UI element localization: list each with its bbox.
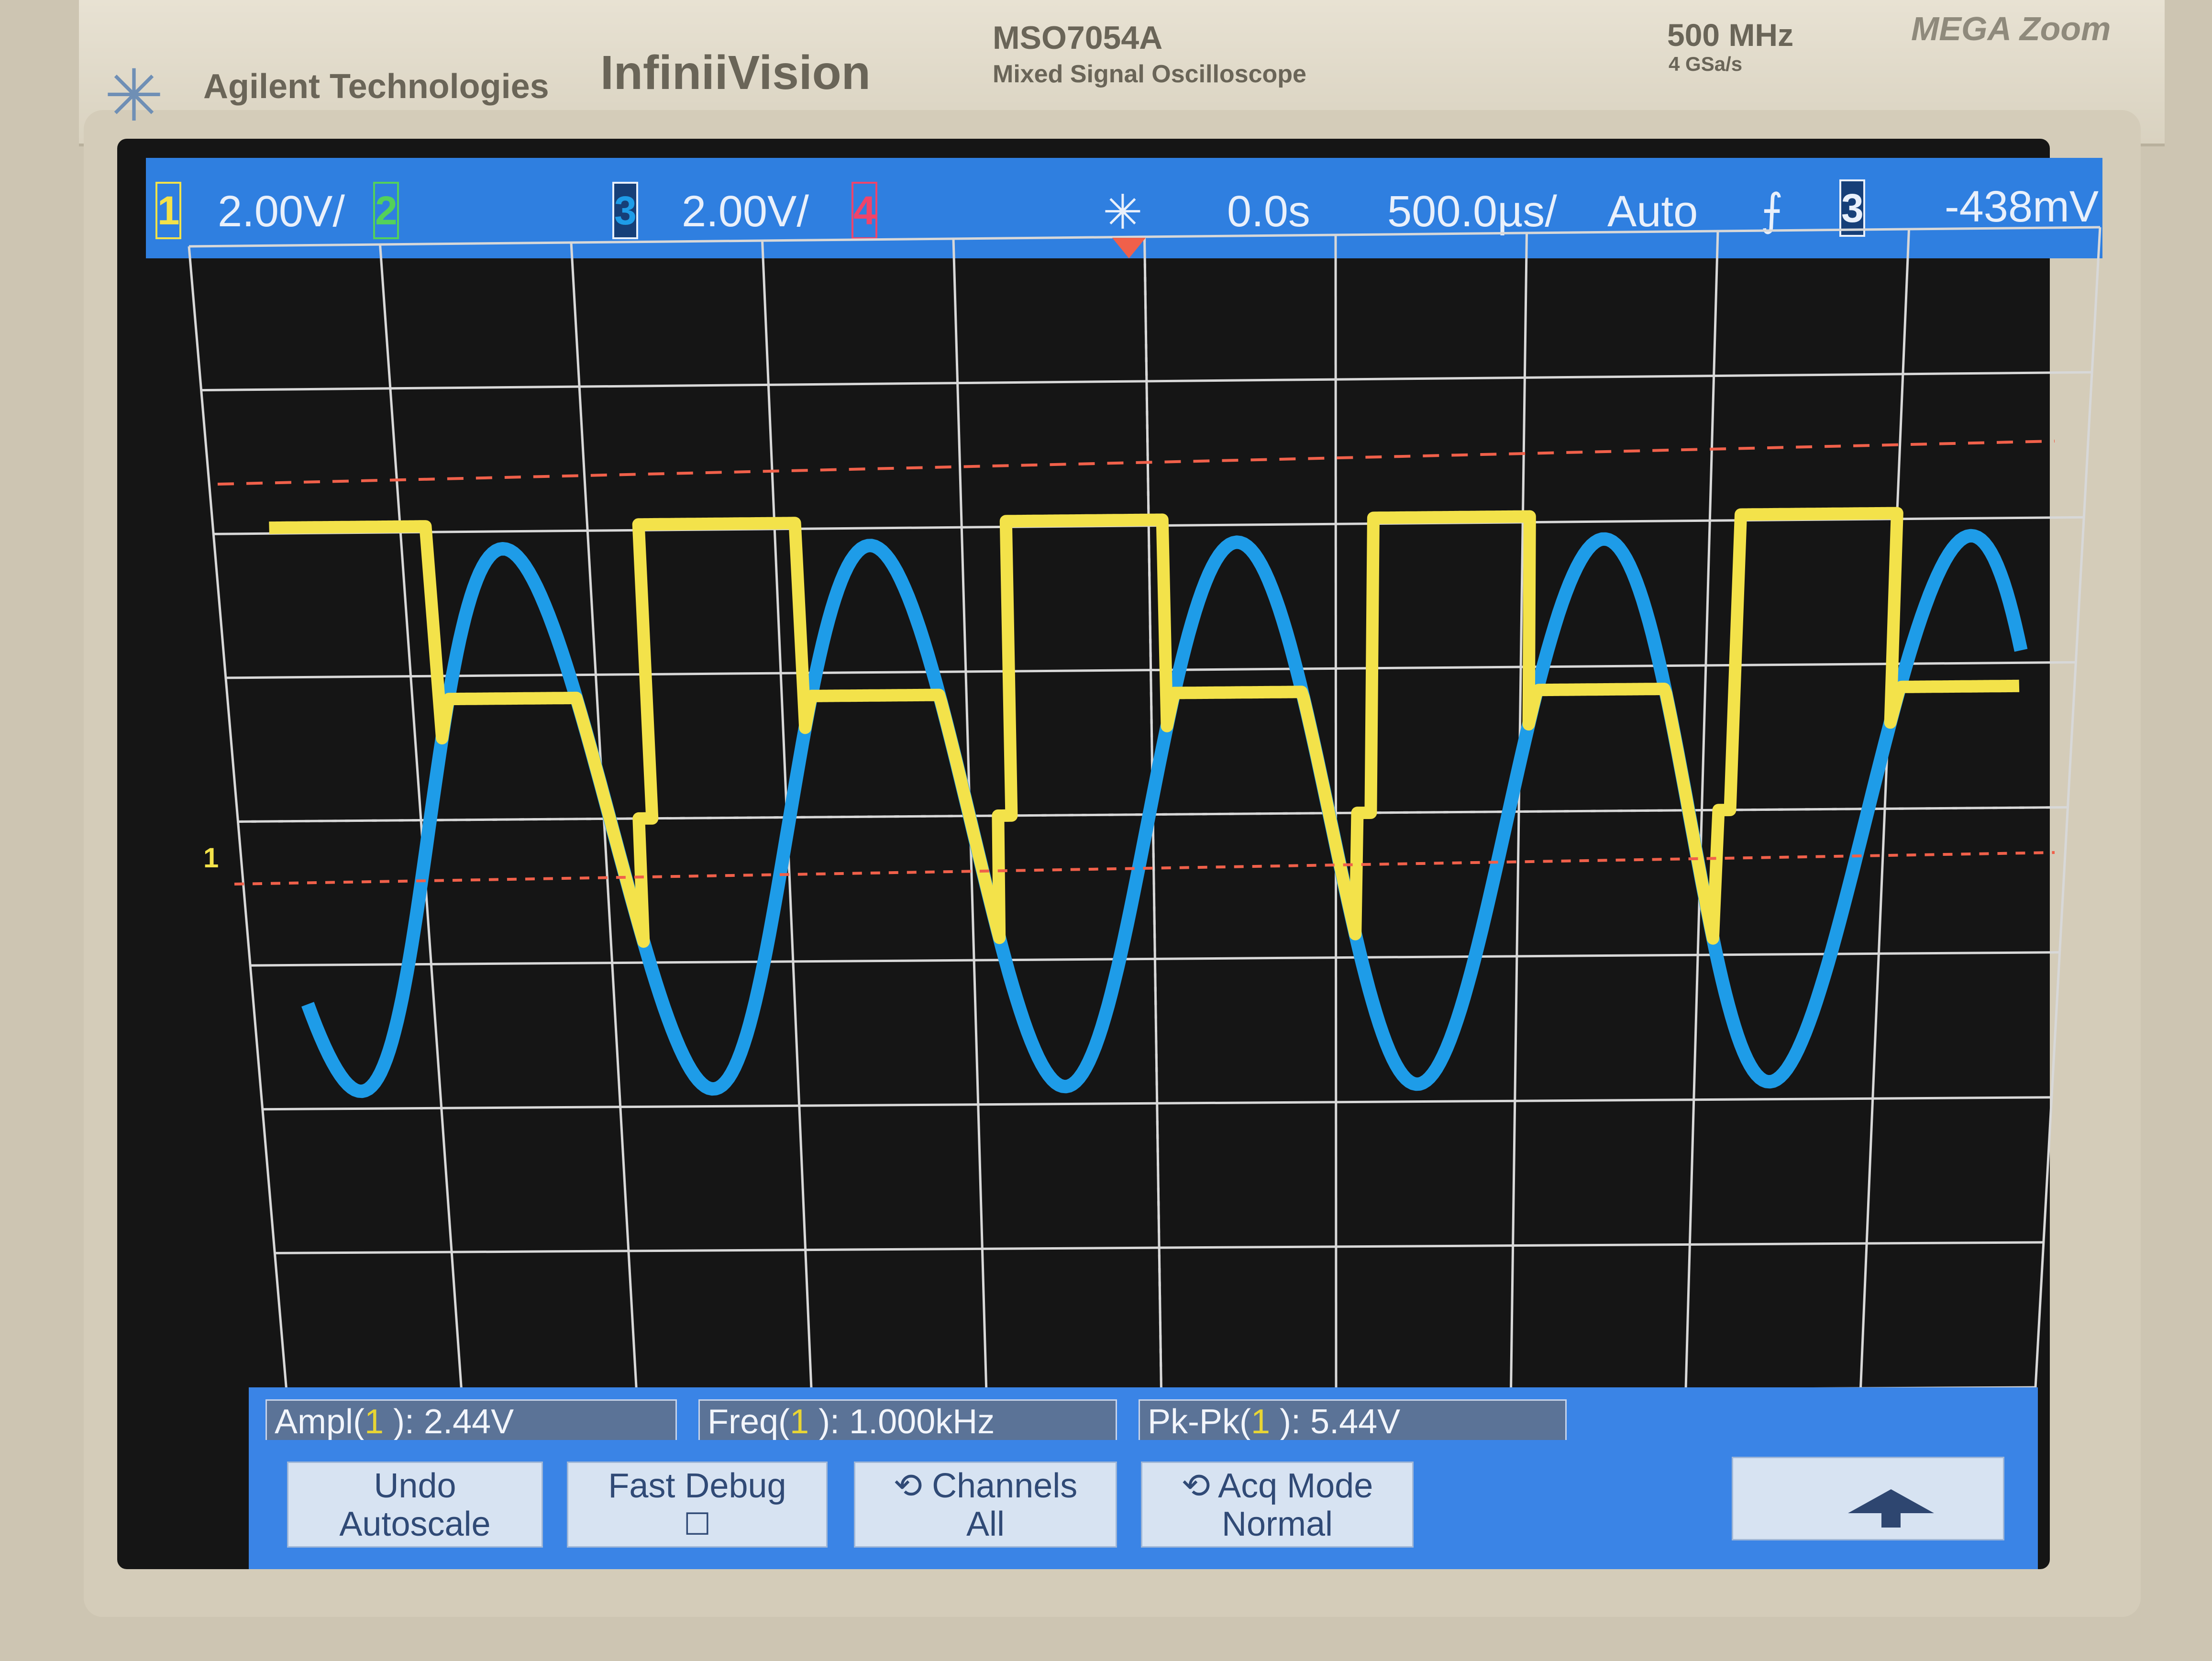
cursor-upper xyxy=(217,440,2055,486)
acq-mode-button[interactable]: ⟲ Acq Mode Normal xyxy=(1141,1462,1414,1548)
channels-button[interactable]: ⟲ Channels All xyxy=(854,1462,1117,1548)
rotate-knob-icon: ⟲ xyxy=(893,1467,923,1505)
measurement-ampl: Ampl(1 ): 2.44V xyxy=(265,1399,677,1441)
trigger-position-marker xyxy=(1112,238,1146,258)
measurement-pkpk: Pk-Pk(1 ): 5.44V xyxy=(1139,1399,1567,1441)
up-arrow-icon xyxy=(1848,1489,1934,1513)
menu-up-button[interactable] xyxy=(1732,1457,2004,1540)
measurement-freq: Freq(1 ): 1.000kHz xyxy=(698,1399,1117,1441)
rotate-knob-icon: ⟲ xyxy=(1181,1467,1211,1505)
undo-autoscale-button[interactable]: Undo Autoscale xyxy=(287,1462,543,1548)
fast-debug-checkbox-icon: ☐ xyxy=(683,1507,711,1541)
fast-debug-button[interactable]: Fast Debug ☐ xyxy=(567,1462,828,1548)
ch1-ground-marker: 1 xyxy=(203,842,219,874)
